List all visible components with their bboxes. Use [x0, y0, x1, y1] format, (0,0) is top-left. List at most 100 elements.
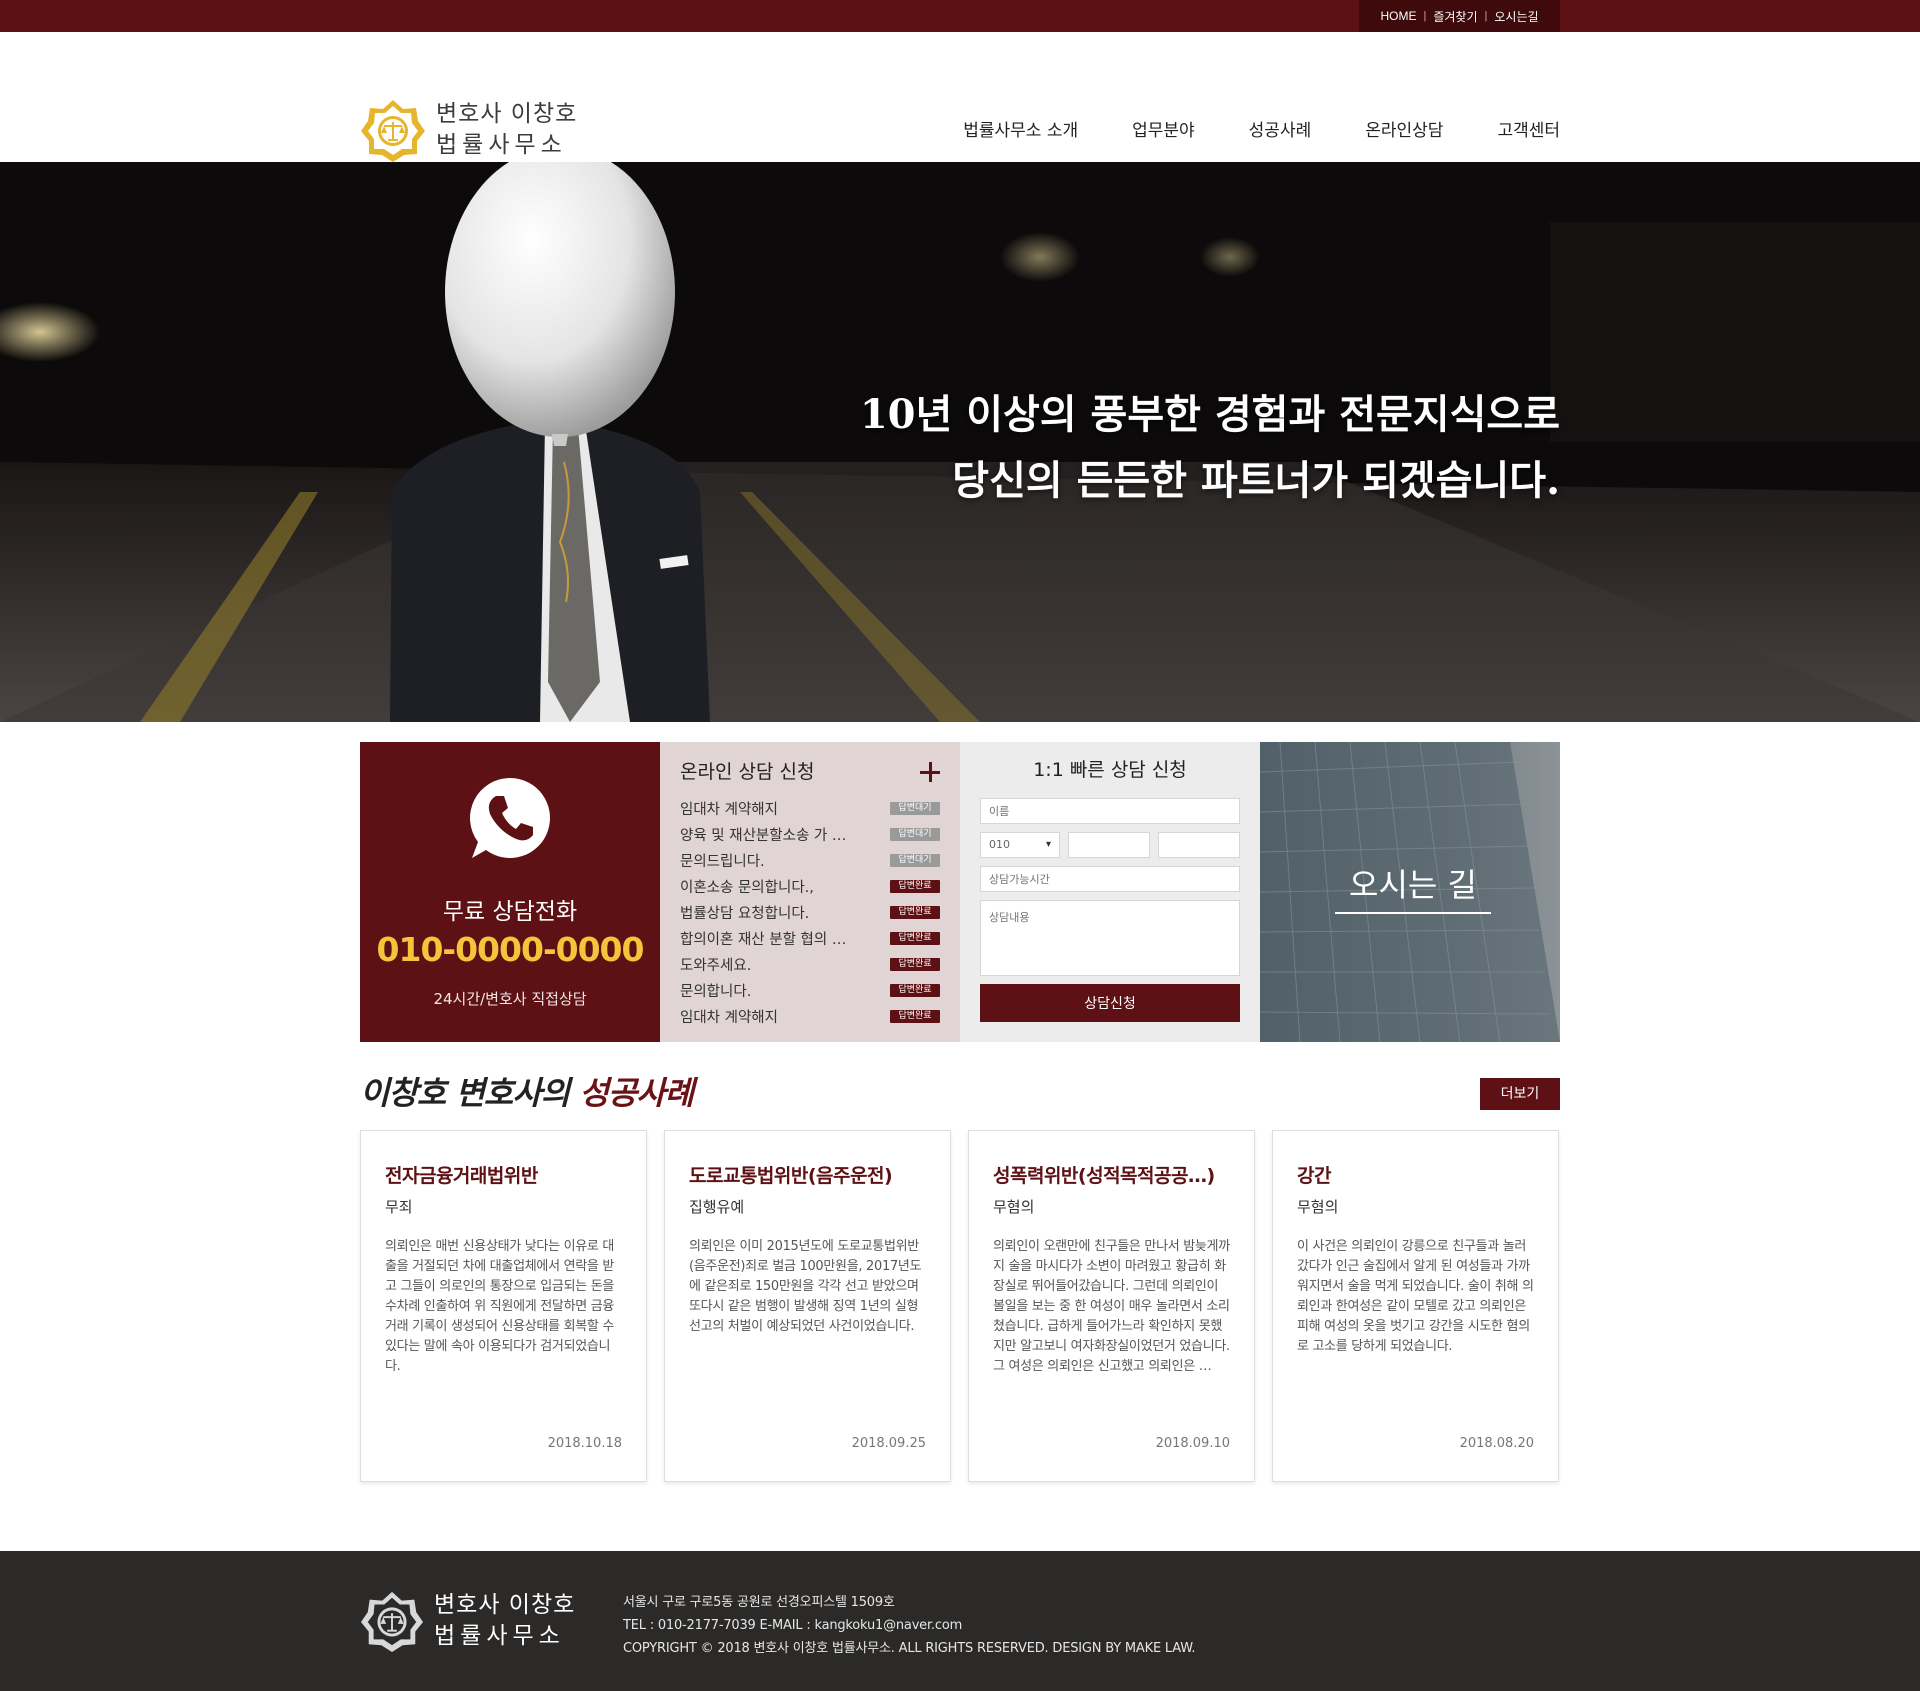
phone-prefix-select[interactable]: 010: [980, 832, 1060, 858]
logo[interactable]: 변호사 이창호 법률사무소: [360, 97, 577, 163]
seal-emblem-icon: [360, 1591, 424, 1653]
status-badge: 답변완료: [890, 905, 940, 919]
case-card[interactable]: 강간 무혐의 이 사건은 의뢰인이 강릉으로 친구들과 놀러갔다가 인근 술집에…: [1272, 1130, 1559, 1482]
hero-banner: 10년 이상의 풍부한 경험과 전문지식으로 당신의 든든한 파트너가 되겠습니…: [0, 162, 1920, 722]
footer-logo-line2: 법률사무소: [434, 1623, 565, 1649]
nav-item-practice-areas[interactable]: 업무분야: [1132, 116, 1195, 141]
case-card[interactable]: 전자금융거래법위반 무죄 의뢰인은 매번 신용상태가 낮다는 이유로 대출을 거…: [360, 1130, 647, 1482]
footer-copyright: COPYRIGHT © 2018 변호사 이창호 법률사무소. ALL RIGH…: [623, 1641, 1196, 1656]
consult-title: 법률상담 요청합니다.: [680, 905, 810, 922]
case-title: 성폭력위반(성적목적공공…): [993, 1165, 1215, 1187]
nav-item-customer-center[interactable]: 고객센터: [1497, 116, 1560, 141]
logo-text: 변호사 이창호 법률사무소: [436, 99, 577, 161]
separator: |: [1423, 10, 1427, 22]
nav-item-online-consult[interactable]: 온라인상담: [1365, 116, 1443, 141]
consult-content-field[interactable]: [980, 900, 1240, 976]
status-badge: 답변완료: [890, 879, 940, 893]
directions-link[interactable]: 오시는길: [1494, 8, 1538, 25]
free-call-box: 무료 상담전화 010-0000-0000 24시간/변호사 직접상담: [360, 742, 660, 1042]
status-badge: 답변완료: [890, 983, 940, 997]
home-link[interactable]: HOME: [1380, 9, 1416, 23]
status-badge: 답변대기: [890, 853, 940, 867]
utility-links: HOME | 즐겨찾기 | 오시는길: [1359, 0, 1560, 32]
case-date: 2018.09.10: [1155, 1436, 1230, 1451]
case-card[interactable]: 도로교통법위반(음주운전) 집행유예 의뢰인은 이미 2015년도에 도로교통법…: [664, 1130, 951, 1482]
section-title: 이창호 변호사의 성공사례: [360, 1068, 694, 1114]
consult-title: 문의합니다.: [680, 983, 752, 1000]
name-field[interactable]: [980, 798, 1240, 824]
case-result: 무혐의: [993, 1198, 1035, 1216]
status-badge: 답변대기: [890, 827, 940, 841]
consult-title: 양육 및 재산분할소송 가 …: [680, 827, 847, 844]
status-badge: 답변완료: [890, 931, 940, 945]
section-title-accent: 성공사례: [579, 1074, 694, 1112]
case-summary: 의뢰인은 매번 신용상태가 낮다는 이유로 대출을 거절되던 차에 대출업체에서…: [385, 1239, 615, 1374]
more-button[interactable]: 더보기: [1480, 1078, 1560, 1110]
consult-list: 임대차 계약해지 답변대기 양육 및 재산분할소송 가 … 답변대기 문의드립니다.…: [680, 795, 940, 1029]
case-result: 무혐의: [1297, 1198, 1339, 1216]
success-cases-list: 전자금융거래법위반 무죄 의뢰인은 매번 신용상태가 낮다는 이유로 대출을 거…: [360, 1130, 1560, 1482]
page: HOME | 즐겨찾기 | 오시는길 변호사 이창호 법률사무소 법률사무소 소…: [0, 0, 1920, 1691]
case-result: 무죄: [385, 1198, 413, 1216]
status-badge: 답변완료: [890, 957, 940, 971]
call-hours: 24시간/변호사 직접상담: [433, 990, 587, 1008]
footer-logo-line1: 변호사 이창호: [434, 1592, 576, 1618]
case-title: 전자금융거래법위반: [385, 1165, 538, 1187]
phone-row: 010: [980, 832, 1240, 858]
footer-logo: 변호사 이창호 법률사무소: [360, 1589, 575, 1653]
seal-emblem-icon: [361, 100, 425, 162]
case-card[interactable]: 성폭력위반(성적목적공공…) 무혐의 의뢰인이 오랜만에 친구들은 만나서 밤늦…: [968, 1130, 1255, 1482]
list-item[interactable]: 합의이혼 재산 분할 협의 … 답변완료: [680, 925, 940, 951]
consult-title: 임대차 계약해지: [680, 1009, 778, 1026]
quick-service-row: 무료 상담전화 010-0000-0000 24시간/변호사 직접상담 온라인 …: [360, 742, 1560, 1042]
case-summary: 의뢰인이 오랜만에 친구들은 만나서 밤늦게까지 술을 마시다가 소변이 마려웠…: [993, 1239, 1230, 1374]
case-date: 2018.08.20: [1459, 1436, 1534, 1451]
case-date: 2018.10.18: [547, 1436, 622, 1451]
status-badge: 답변대기: [890, 801, 940, 815]
list-item[interactable]: 임대차 계약해지 답변대기: [680, 795, 940, 821]
hero-line1: 10년 이상의 풍부한 경험과 전문지식으로: [859, 391, 1560, 438]
footer-logo-text: 변호사 이창호 법률사무소: [434, 1590, 575, 1652]
available-time-field[interactable]: [980, 866, 1240, 892]
bookmark-link[interactable]: 즐겨찾기: [1433, 8, 1477, 25]
footer-contact: TEL : 010-2177-7039 E-MAIL : kangkoku1@n…: [623, 1618, 963, 1633]
plus-icon[interactable]: [920, 762, 940, 782]
case-title: 강간: [1297, 1165, 1331, 1187]
list-item[interactable]: 도와주세요. 답변완료: [680, 951, 940, 977]
phone-chat-icon: [470, 778, 550, 858]
site-header: 변호사 이창호 법률사무소 법률사무소 소개 업무분야 성공사례 온라인상담 고…: [0, 32, 1920, 162]
top-utility-bar: HOME | 즐겨찾기 | 오시는길: [0, 0, 1920, 32]
call-label: 무료 상담전화: [442, 899, 578, 925]
case-summary: 의뢰인은 이미 2015년도에 도로교통법위반(음주운전)죄로 벌금 100만원…: [689, 1239, 922, 1334]
case-date: 2018.09.25: [851, 1436, 926, 1451]
list-item[interactable]: 문의합니다. 답변완료: [680, 977, 940, 1003]
nav-item-about[interactable]: 법률사무소 소개: [963, 116, 1078, 141]
consult-title: 문의드립니다.: [680, 853, 765, 870]
list-item[interactable]: 임대차 계약해지 답변완료: [680, 1003, 940, 1029]
online-consult-panel: 온라인 상담 신청 임대차 계약해지 답변대기 양육 및 재산분할소송 가 … 답변…: [660, 742, 960, 1042]
nav-item-success-cases[interactable]: 성공사례: [1249, 116, 1312, 141]
case-summary: 이 사건은 의뢰인이 강릉으로 친구들과 놀러갔다가 인근 술집에서 알게 된 …: [1297, 1239, 1534, 1354]
consult-title: 임대차 계약해지: [680, 801, 778, 818]
footer-address: 서울시 구로 구로5동 공원로 선경오피스텔 1509호: [623, 1595, 895, 1610]
section-title-prefix: 이창호 변호사의: [360, 1074, 570, 1112]
list-item[interactable]: 법률상담 요청합니다. 답변완료: [680, 899, 940, 925]
main-nav: 법률사무소 소개 업무분야 성공사례 온라인상담 고객센터: [963, 116, 1560, 141]
logo-line2: 법률사무소: [436, 132, 567, 158]
status-badge: 답변완료: [890, 1009, 940, 1023]
submit-consult-button[interactable]: 상담신청: [980, 984, 1240, 1022]
success-section-header: 이창호 변호사의 성공사례 더보기: [360, 1068, 1560, 1114]
list-item[interactable]: 이혼소송 문의합니다., 답변완료: [680, 873, 940, 899]
online-consult-title: 온라인 상담 신청: [680, 761, 815, 783]
separator: |: [1484, 10, 1488, 22]
directions-box[interactable]: 오시는 길: [1260, 742, 1560, 1042]
site-footer: 변호사 이창호 법률사무소 서울시 구로 구로5동 공원로 선경오피스텔 150…: [0, 1551, 1920, 1691]
list-item[interactable]: 양육 및 재산분할소송 가 … 답변대기: [680, 821, 940, 847]
list-item[interactable]: 문의드립니다. 답변대기: [680, 847, 940, 873]
call-number[interactable]: 010-0000-0000: [360, 930, 660, 969]
phone-middle-field[interactable]: [1068, 832, 1150, 858]
consult-title: 이혼소송 문의합니다.,: [680, 879, 814, 896]
consult-title: 합의이혼 재산 분할 협의 …: [680, 931, 847, 948]
footer-info: 서울시 구로 구로5동 공원로 선경오피스텔 1509호 TEL : 010-2…: [623, 1591, 1196, 1660]
phone-last-field[interactable]: [1158, 832, 1240, 858]
